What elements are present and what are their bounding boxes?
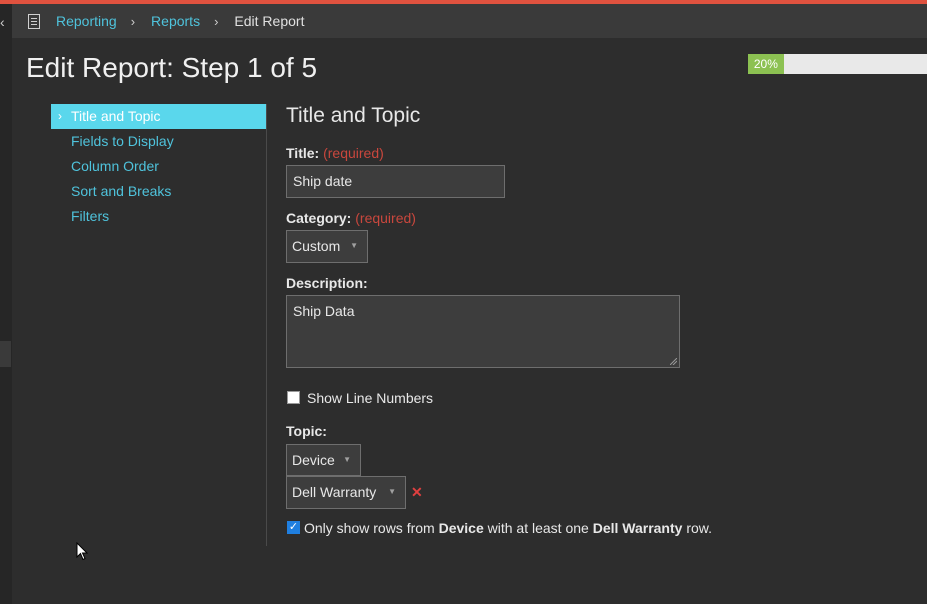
nav-item-title-and-topic[interactable]: › Title and Topic (51, 104, 266, 129)
title-input[interactable]: Ship date (286, 165, 505, 198)
page-title: Edit Report: Step 1 of 5 (26, 52, 318, 83)
breadcrumb-reports[interactable]: Reports (151, 13, 200, 29)
nav-item-column-order[interactable]: Column Order (51, 154, 266, 179)
topic-primary-select[interactable]: Device ▼ (286, 444, 361, 476)
nav-divider (266, 104, 267, 546)
caret-down-icon: ▼ (388, 487, 396, 496)
nav-item-fields-to-display[interactable]: Fields to Display (51, 129, 266, 154)
only-show-primary: Device (438, 520, 484, 536)
resize-grip-icon[interactable] (670, 358, 677, 365)
category-select[interactable]: Custom ▼ (286, 230, 368, 263)
topic-label: Topic: (286, 423, 327, 439)
title-label-text: Title: (286, 145, 320, 161)
only-show-prefix: Only show rows from (304, 520, 435, 536)
breadcrumb-separator: › (130, 13, 136, 29)
breadcrumb-separator: › (214, 13, 219, 29)
breadcrumb-reporting[interactable]: Reporting (56, 13, 117, 29)
category-label-text: Category: (286, 210, 352, 226)
topic-primary-value: Device (292, 452, 335, 468)
only-show-middle: with at least one (487, 520, 589, 536)
breadcrumb-current: Edit Report (234, 13, 305, 29)
chevron-left-icon[interactable]: ‹ (0, 14, 5, 30)
required-marker: (required) (323, 145, 384, 161)
title-label: Title: (required) (286, 145, 384, 161)
breadcrumb-bar: Reporting › Reports › Edit Report (12, 4, 927, 38)
nav-item-sort-and-breaks[interactable]: Sort and Breaks (51, 179, 266, 204)
only-show-suffix: row. (686, 520, 713, 536)
nav-item-label: Title and Topic (71, 108, 161, 124)
chevron-right-icon: › (58, 109, 62, 123)
progress-bar: 20% (748, 54, 927, 74)
nav-item-filters[interactable]: Filters (51, 204, 266, 229)
mouse-cursor-icon (76, 542, 89, 561)
description-label: Description: (286, 275, 368, 291)
description-value: Ship Data (293, 303, 355, 319)
document-icon (28, 13, 40, 29)
nav-item-label: Filters (71, 208, 110, 224)
category-label: Category: (required) (286, 210, 416, 226)
topic-secondary-value: Dell Warranty (292, 484, 377, 500)
only-show-rows-checkbox[interactable]: ✓ (287, 521, 300, 534)
only-show-rows-label[interactable]: Only show rows from Device with at least… (304, 520, 712, 536)
nav-item-label: Column Order (71, 158, 159, 174)
show-line-numbers-label[interactable]: Show Line Numbers (307, 390, 433, 406)
panel-handle[interactable] (0, 341, 11, 367)
topic-secondary-select[interactable]: Dell Warranty ▼ (286, 476, 406, 509)
nav-item-label: Sort and Breaks (71, 183, 172, 199)
remove-x-icon[interactable]: ✕ (411, 484, 423, 501)
nav-item-label: Fields to Display (71, 133, 174, 149)
caret-down-icon: ▼ (350, 241, 358, 250)
only-show-secondary: Dell Warranty (592, 520, 683, 536)
section-title: Title and Topic (286, 104, 421, 127)
caret-down-icon: ▼ (343, 455, 351, 464)
required-marker: (required) (355, 210, 416, 226)
progress-fill: 20% (748, 54, 784, 74)
step-nav: › Title and Topic Fields to Display Colu… (51, 104, 266, 229)
left-collapsed-panel: ‹ (0, 4, 12, 604)
description-textarea[interactable]: Ship Data (286, 295, 680, 368)
category-value: Custom (292, 238, 341, 254)
show-line-numbers-checkbox[interactable] (287, 391, 300, 404)
